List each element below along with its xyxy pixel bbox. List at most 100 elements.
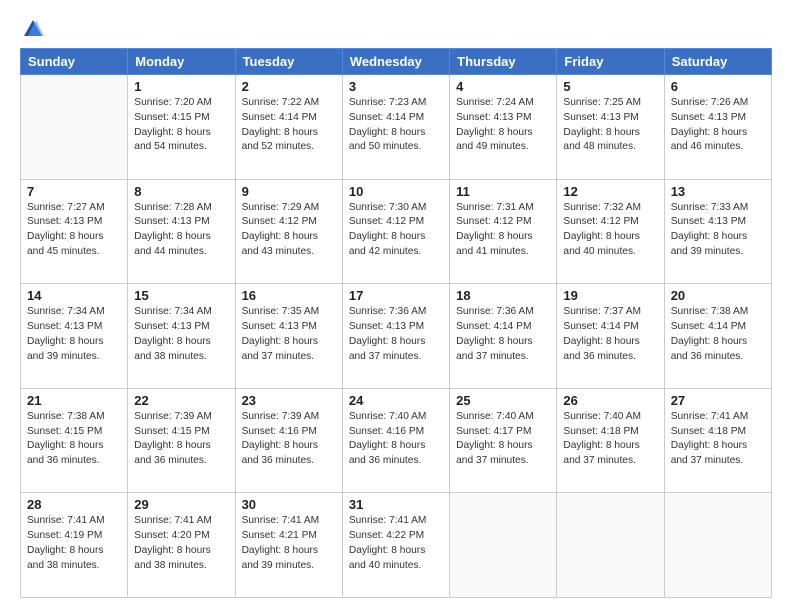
day-info: Sunrise: 7:41 AM Sunset: 4:20 PM Dayligh… xyxy=(134,514,228,573)
calendar-cell: 6Sunrise: 7:26 AM Sunset: 4:13 PM Daylig… xyxy=(664,75,771,180)
day-info: Sunrise: 7:24 AM Sunset: 4:13 PM Dayligh… xyxy=(456,96,550,155)
day-number: 23 xyxy=(242,393,336,408)
day-info: Sunrise: 7:41 AM Sunset: 4:21 PM Dayligh… xyxy=(242,514,336,573)
calendar-cell: 28 Sunrise: 7:41 AM Sunset: 4:19 PM Dayli… xyxy=(21,493,128,598)
calendar-cell: 16Sunrise: 7:35 AM Sunset: 4:13 PM Dayli… xyxy=(235,284,342,389)
calendar-header-sunday: Sunday xyxy=(21,49,128,75)
logo-icon xyxy=(22,18,44,40)
day-number: 14 xyxy=(27,288,121,303)
day-info: Sunrise: 7:22 AM Sunset: 4:14 PM Dayligh… xyxy=(242,96,336,155)
day-number: 1 xyxy=(134,79,228,94)
day-number: 24 xyxy=(349,393,443,408)
calendar-cell: 19 Sunrise: 7:37 AM Sunset: 4:14 PM Dayli… xyxy=(557,284,664,389)
calendar-cell: 29 Sunrise: 7:41 AM Sunset: 4:20 PM Dayli… xyxy=(128,493,235,598)
day-info: Sunrise: 7:33 AM Sunset: 4:13 PM Dayligh… xyxy=(671,201,765,260)
calendar-header-friday: Friday xyxy=(557,49,664,75)
calendar-cell: 20 Sunrise: 7:38 AM Sunset: 4:14 PM Dayli… xyxy=(664,284,771,389)
calendar-cell xyxy=(557,493,664,598)
day-number: 4 xyxy=(456,79,550,94)
calendar-cell: 2 Sunrise: 7:22 AM Sunset: 4:14 PM Daylig… xyxy=(235,75,342,180)
calendar-cell: 1 Sunrise: 7:20 AM Sunset: 4:15 PM Daylig… xyxy=(128,75,235,180)
day-number: 5 xyxy=(563,79,657,94)
day-number: 21 xyxy=(27,393,121,408)
calendar-cell xyxy=(450,493,557,598)
day-number: 19 xyxy=(563,288,657,303)
calendar-cell: 18 Sunrise: 7:36 AM Sunset: 4:14 PM Dayli… xyxy=(450,284,557,389)
calendar-cell: 12 Sunrise: 7:32 AM Sunset: 4:12 PM Dayli… xyxy=(557,179,664,284)
day-number: 7 xyxy=(27,184,121,199)
calendar-cell xyxy=(21,75,128,180)
calendar-cell: 24 Sunrise: 7:40 AM Sunset: 4:16 PM Dayli… xyxy=(342,388,449,493)
day-number: 29 xyxy=(134,497,228,512)
calendar-cell xyxy=(664,493,771,598)
calendar-cell: 27 Sunrise: 7:41 AM Sunset: 4:18 PM Dayli… xyxy=(664,388,771,493)
day-info: Sunrise: 7:30 AM Sunset: 4:12 PM Dayligh… xyxy=(349,201,443,260)
day-info: Sunrise: 7:36 AM Sunset: 4:13 PM Dayligh… xyxy=(349,305,443,364)
calendar-cell: 13 Sunrise: 7:33 AM Sunset: 4:13 PM Dayli… xyxy=(664,179,771,284)
calendar-header-tuesday: Tuesday xyxy=(235,49,342,75)
day-number: 3 xyxy=(349,79,443,94)
day-info: Sunrise: 7:36 AM Sunset: 4:14 PM Dayligh… xyxy=(456,305,550,364)
calendar-cell: 15 Sunrise: 7:34 AM Sunset: 4:13 PM Dayli… xyxy=(128,284,235,389)
calendar-table: SundayMondayTuesdayWednesdayThursdayFrid… xyxy=(20,48,772,598)
day-info: Sunrise: 7:41 AM Sunset: 4:19 PM Dayligh… xyxy=(27,514,121,573)
day-info: Sunrise: 7:41 AM Sunset: 4:22 PM Dayligh… xyxy=(349,514,443,573)
day-number: 20 xyxy=(671,288,765,303)
calendar-cell: 9 Sunrise: 7:29 AM Sunset: 4:12 PM Daylig… xyxy=(235,179,342,284)
calendar-cell: 23 Sunrise: 7:39 AM Sunset: 4:16 PM Dayli… xyxy=(235,388,342,493)
day-info: Sunrise: 7:20 AM Sunset: 4:15 PM Dayligh… xyxy=(134,96,228,155)
day-info: Sunrise: 7:29 AM Sunset: 4:12 PM Dayligh… xyxy=(242,201,336,260)
day-info: Sunrise: 7:40 AM Sunset: 4:16 PM Dayligh… xyxy=(349,410,443,469)
day-info: Sunrise: 7:37 AM Sunset: 4:14 PM Dayligh… xyxy=(563,305,657,364)
day-number: 10 xyxy=(349,184,443,199)
day-info: Sunrise: 7:41 AM Sunset: 4:18 PM Dayligh… xyxy=(671,410,765,469)
day-info: Sunrise: 7:32 AM Sunset: 4:12 PM Dayligh… xyxy=(563,201,657,260)
day-number: 2 xyxy=(242,79,336,94)
day-number: 18 xyxy=(456,288,550,303)
day-number: 17 xyxy=(349,288,443,303)
day-number: 13 xyxy=(671,184,765,199)
day-number: 26 xyxy=(563,393,657,408)
calendar-cell: 11Sunrise: 7:31 AM Sunset: 4:12 PM Dayli… xyxy=(450,179,557,284)
day-info: Sunrise: 7:39 AM Sunset: 4:15 PM Dayligh… xyxy=(134,410,228,469)
calendar-header-monday: Monday xyxy=(128,49,235,75)
calendar-week-row: 14 Sunrise: 7:34 AM Sunset: 4:13 PM Dayli… xyxy=(21,284,772,389)
calendar-cell: 4 Sunrise: 7:24 AM Sunset: 4:13 PM Daylig… xyxy=(450,75,557,180)
day-number: 25 xyxy=(456,393,550,408)
calendar-week-row: 28 Sunrise: 7:41 AM Sunset: 4:19 PM Dayli… xyxy=(21,493,772,598)
day-number: 15 xyxy=(134,288,228,303)
calendar-cell: 10 Sunrise: 7:30 AM Sunset: 4:12 PM Dayli… xyxy=(342,179,449,284)
calendar-cell: 14 Sunrise: 7:34 AM Sunset: 4:13 PM Dayli… xyxy=(21,284,128,389)
calendar-week-row: 21Sunrise: 7:38 AM Sunset: 4:15 PM Dayli… xyxy=(21,388,772,493)
calendar-cell: 3 Sunrise: 7:23 AM Sunset: 4:14 PM Daylig… xyxy=(342,75,449,180)
day-info: Sunrise: 7:34 AM Sunset: 4:13 PM Dayligh… xyxy=(27,305,121,364)
calendar-week-row: 7 Sunrise: 7:27 AM Sunset: 4:13 PM Daylig… xyxy=(21,179,772,284)
day-number: 11 xyxy=(456,184,550,199)
calendar-cell: 26 Sunrise: 7:40 AM Sunset: 4:18 PM Dayli… xyxy=(557,388,664,493)
header xyxy=(20,18,772,40)
day-number: 31 xyxy=(349,497,443,512)
logo xyxy=(20,18,44,40)
day-info: Sunrise: 7:38 AM Sunset: 4:14 PM Dayligh… xyxy=(671,305,765,364)
day-number: 12 xyxy=(563,184,657,199)
calendar-cell: 8Sunrise: 7:28 AM Sunset: 4:13 PM Daylig… xyxy=(128,179,235,284)
day-info: Sunrise: 7:25 AM Sunset: 4:13 PM Dayligh… xyxy=(563,96,657,155)
day-number: 27 xyxy=(671,393,765,408)
day-number: 30 xyxy=(242,497,336,512)
calendar-cell: 5 Sunrise: 7:25 AM Sunset: 4:13 PM Daylig… xyxy=(557,75,664,180)
calendar-cell: 21Sunrise: 7:38 AM Sunset: 4:15 PM Dayli… xyxy=(21,388,128,493)
calendar-cell: 7 Sunrise: 7:27 AM Sunset: 4:13 PM Daylig… xyxy=(21,179,128,284)
page: SundayMondayTuesdayWednesdayThursdayFrid… xyxy=(0,0,792,612)
day-info: Sunrise: 7:34 AM Sunset: 4:13 PM Dayligh… xyxy=(134,305,228,364)
day-info: Sunrise: 7:39 AM Sunset: 4:16 PM Dayligh… xyxy=(242,410,336,469)
day-info: Sunrise: 7:40 AM Sunset: 4:18 PM Dayligh… xyxy=(563,410,657,469)
day-info: Sunrise: 7:27 AM Sunset: 4:13 PM Dayligh… xyxy=(27,201,121,260)
day-info: Sunrise: 7:23 AM Sunset: 4:14 PM Dayligh… xyxy=(349,96,443,155)
day-number: 8 xyxy=(134,184,228,199)
calendar-cell: 17 Sunrise: 7:36 AM Sunset: 4:13 PM Dayli… xyxy=(342,284,449,389)
day-number: 28 xyxy=(27,497,121,512)
day-number: 16 xyxy=(242,288,336,303)
calendar-cell: 30 Sunrise: 7:41 AM Sunset: 4:21 PM Dayli… xyxy=(235,493,342,598)
calendar-header-saturday: Saturday xyxy=(664,49,771,75)
day-number: 9 xyxy=(242,184,336,199)
